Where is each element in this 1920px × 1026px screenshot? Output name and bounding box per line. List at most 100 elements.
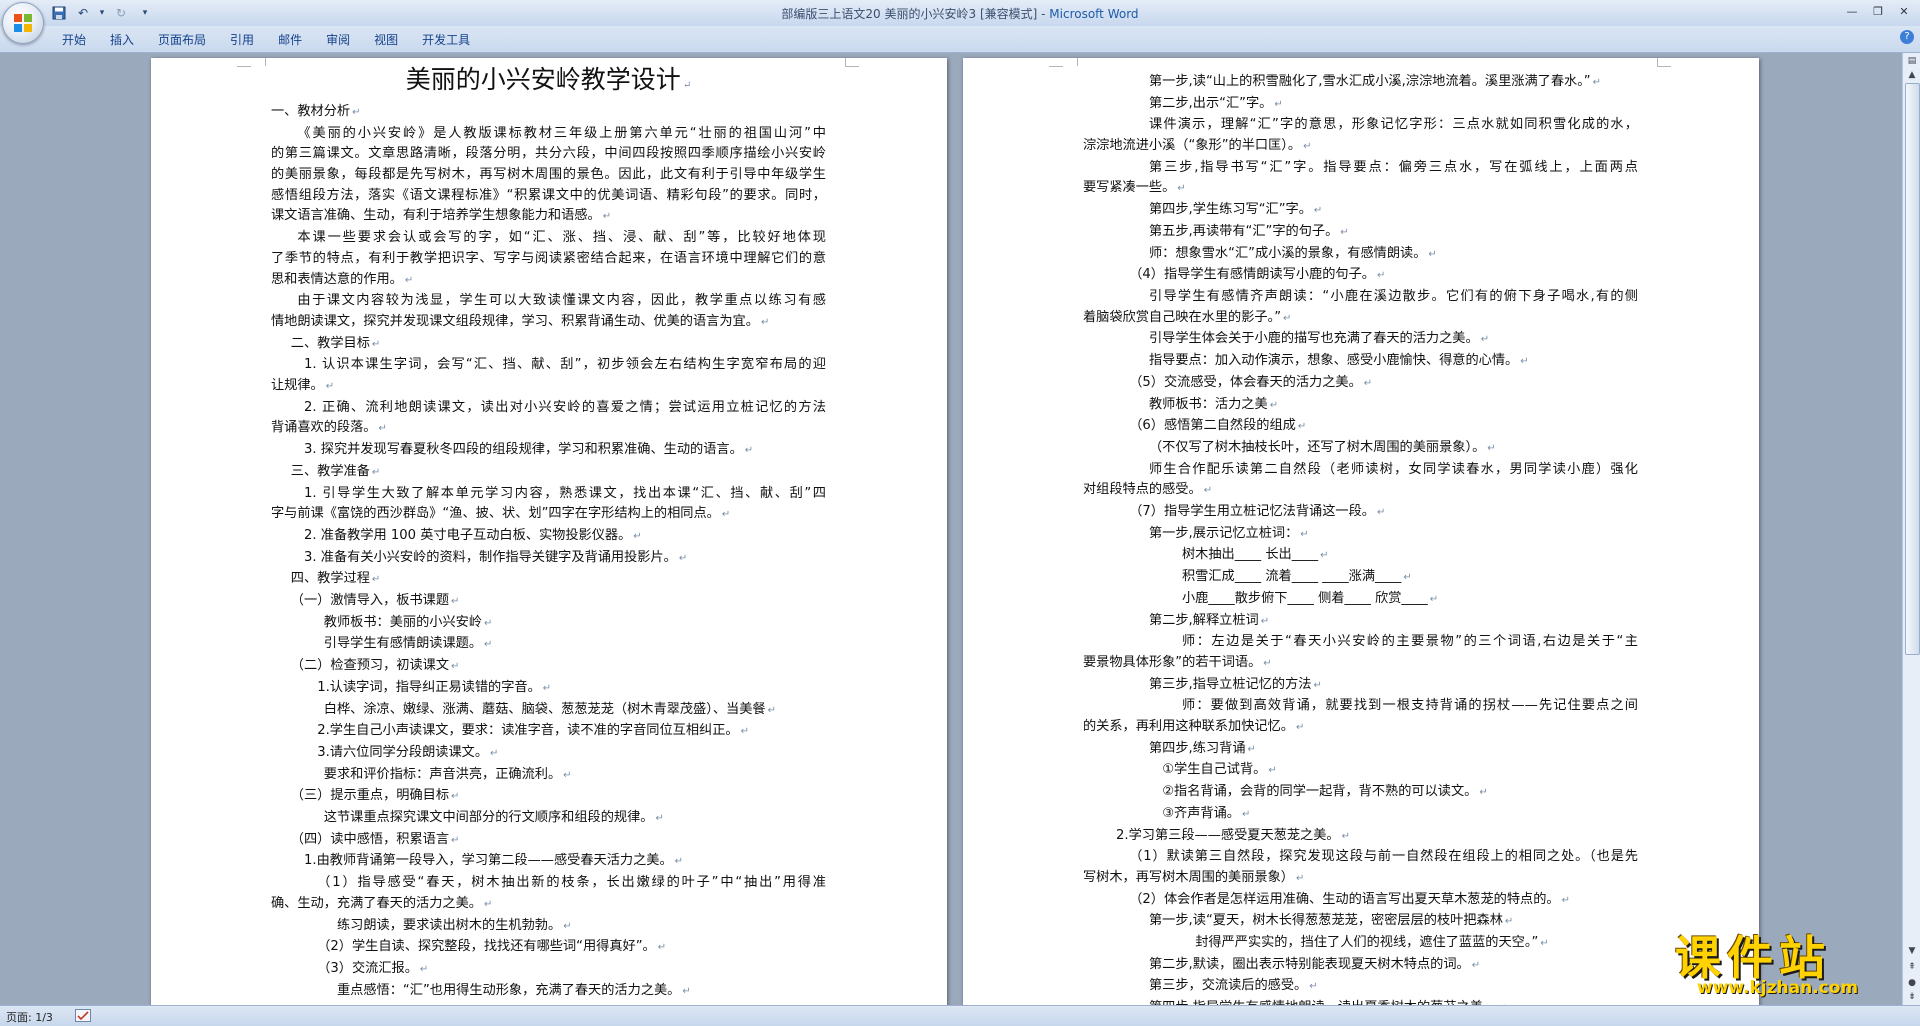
- text-line-content: 要求和评价指标：声音洪亮，正确流利。: [323, 766, 562, 782]
- watermark-logo: 课件站 www.kjzhan.com: [1667, 922, 1901, 1002]
- paragraph-mark: ↵: [371, 466, 381, 478]
- text-line: 积雪汇成____ 流着____ ____涨满____ ↵: [1083, 567, 1638, 589]
- text-line: 2.学生自己小声读课文，要求：读准字音，读不准的字音同位互相纠正。 ↵: [271, 721, 826, 743]
- paragraph-mark: ↵: [1504, 916, 1514, 928]
- text-line: 淙淙地流进小溪（“象形”的半口匡）。 ↵: [1083, 136, 1638, 158]
- tab-view[interactable]: 视图: [362, 31, 410, 49]
- paragraph-mark: ↵: [678, 552, 688, 564]
- tab-developer[interactable]: 开发工具: [410, 31, 482, 49]
- paragraph-mark: ↵: [1429, 593, 1439, 605]
- text-line: 1.认读字词，指导纠正易读错的字音。 ↵: [271, 678, 826, 700]
- text-line: 师：想象雪水“汇”成小溪的景象，有感情朗读。 ↵: [1083, 244, 1638, 266]
- text-line-content: 师：想象雪水“汇”成小溪的景象，有感情朗读。: [1149, 245, 1427, 261]
- paragraph-mark: ↵: [1309, 981, 1318, 993]
- text-line-content: 的第三篇课文。文章思路清晰，段落分明，共分六段，中间四段按照四季顺序描绘小兴安岭: [271, 146, 826, 162]
- paragraph-mark: ↵: [1471, 959, 1481, 971]
- paragraph-mark: ↵: [633, 530, 642, 542]
- tab-review[interactable]: 审阅: [314, 31, 362, 49]
- scroll-up-icon[interactable]: ▲: [1904, 67, 1920, 83]
- scroll-down-icon[interactable]: ▼: [1904, 943, 1920, 959]
- page-count[interactable]: 页面: 1/3: [6, 1009, 53, 1025]
- paragraph-mark: ↵: [1561, 894, 1570, 906]
- text-line-content: 课文语言准确、生动，有利于培养学生想象能力和语感。: [271, 208, 601, 224]
- text-line: 3.请六位同学分段朗读课文。 ↵: [271, 743, 826, 765]
- help-icon[interactable]: ?: [1900, 30, 1914, 44]
- text-line: 2. 正确、流利地朗读课文，读出对小兴安岭的喜爱之情；尝试运用立桩记忆的方法: [271, 398, 826, 419]
- app-name: Microsoft Word: [1049, 7, 1139, 21]
- text-line-content: （三）提示重点，明确目标: [290, 788, 450, 804]
- text-line: 教师板书：美丽的小兴安岭 ↵: [271, 613, 826, 635]
- window-title: 部编版三上语文20 美丽的小兴安岭3 [兼容模式] - Microsoft Wo…: [0, 5, 1920, 22]
- text-line: （四）读中感悟，积累语言 ↵: [271, 830, 826, 852]
- paragraph-mark: ↵: [451, 596, 460, 608]
- text-line-content: 3.请六位同学分段朗读课文。: [317, 744, 489, 760]
- office-logo-icon: [14, 14, 32, 32]
- text-line-content: （2）学生自读、探究整段，找找还有哪些词“用得真好”。: [317, 939, 656, 955]
- text-line-content: 的美丽景象，每段都是先写树木，再写树木周围的景色。因此，此文有利于引导中年级学生: [271, 167, 826, 183]
- paragraph-mark: ↵: [1296, 722, 1305, 733]
- proofing-icon[interactable]: [75, 1009, 91, 1022]
- text-line: 1. 认识本课生字词，会写“汇、挡、献、刮”，初步领会左右结构生字宽窄布局的迎: [271, 355, 826, 376]
- paragraph-mark: ↵: [1297, 421, 1307, 433]
- text-line-content: 白桦、涂凉、嫩绿、涨满、蘑菇、脑袋、葱葱茏茏（树木青翠茂盛）、当美餐: [323, 701, 766, 717]
- text-line-content: 3. 探究并发现写春夏秋冬四段的组段规律，学习和积累准确、生动的语言。: [304, 442, 743, 458]
- margin-corner-mark: [845, 58, 860, 66]
- minimize-icon[interactable]: —: [1840, 2, 1864, 20]
- text-line: 第五步,再读带有“汇”字的句子。 ↵: [1083, 222, 1638, 244]
- paragraph-mark: ↵: [419, 963, 429, 975]
- previous-page-icon[interactable]: ⇞: [1904, 959, 1920, 975]
- document-page-2[interactable]: 第一步,读“山上的积雪融化了,雪水汇成小溪,淙淙地流着。溪里涨满了春水。” ↵ 第二…: [963, 58, 1759, 1005]
- text-line-content: 第二步,默读，圈出表示特别能表现夏天树木特点的词。: [1149, 956, 1470, 972]
- text-line-content: ②指名背诵，会背的同学一起背，背不熟的可以读文。: [1162, 784, 1478, 800]
- text-line: 感悟组段方法，落实《语文课程标准》“积累课文中的优美词语、精彩句段”的要求。同时…: [271, 186, 826, 207]
- next-page-icon[interactable]: ⇟: [1904, 989, 1920, 1005]
- tab-references[interactable]: 引用: [218, 31, 266, 49]
- text-line-content: 1.认读字词，指导纠正易读错的字音。: [317, 679, 541, 695]
- paragraph-mark: ↵: [682, 80, 692, 91]
- text-line: 确、生动，充满了春天的活力之美。 ↵: [271, 894, 826, 916]
- text-line: 《美丽的小兴安岭》是人教版课标教材三年级上册第六单元“壮丽的祖国山河”中: [271, 124, 826, 145]
- paragraph-mark: ↵: [1341, 830, 1350, 842]
- tab-home[interactable]: 开始: [50, 31, 98, 49]
- text-line-content: 要景物具体形象”的若干词语。: [1083, 654, 1262, 670]
- paragraph-mark: ↵: [484, 617, 493, 629]
- text-line: 第四步,练习背诵 ↵: [1083, 739, 1638, 761]
- vertical-scrollbar[interactable]: ▤ ▲ ▼ ⇞ ● ⇟: [1902, 53, 1920, 1005]
- paragraph-mark: ↵: [1260, 615, 1270, 627]
- restore-icon[interactable]: ❐: [1866, 2, 1890, 20]
- text-line: 让规律。 ↵: [271, 376, 826, 398]
- document-title: 部编版三上语文20 美丽的小兴安岭3 [兼容模式] -: [781, 7, 1050, 21]
- document-page-1[interactable]: 美丽的小兴安岭教学设计 ↵ 一、教材分析 ↵ 《美丽的小兴安岭》是人教版课标教材三年级…: [151, 58, 947, 1005]
- paragraph-mark: ↵: [1263, 657, 1272, 669]
- tab-insert[interactable]: 插入: [98, 31, 146, 49]
- paragraph-mark: ↵: [1376, 270, 1386, 282]
- text-line-content: （二）检查预习，初读课文: [290, 658, 450, 674]
- tab-mailings[interactable]: 邮件: [266, 31, 314, 49]
- text-line: 3. 探究并发现写春夏秋冬四段的组段规律，学习和积累准确、生动的语言。 ↵: [271, 440, 826, 462]
- text-line: 第一步,展示记忆立桩词： ↵: [1083, 524, 1638, 546]
- paragraph-mark: ↵: [655, 813, 664, 825]
- watermark-url: www.kjzhan.com: [1697, 978, 1859, 998]
- text-line-content: （3）交流汇报。: [317, 960, 418, 976]
- text-line-content: 第一步,展示记忆立桩词：: [1149, 525, 1299, 541]
- tab-page-layout[interactable]: 页面布局: [146, 31, 218, 49]
- close-icon[interactable]: ✕: [1892, 2, 1916, 20]
- text-line-content: 本课一些要求会认或会写的字，如“汇、涨、挡、浸、献、刮”等，比较好地体现: [297, 230, 826, 246]
- paragraph-mark: ↵: [1403, 572, 1412, 584]
- text-line: 对组段特点的感受。 ↵: [1083, 480, 1638, 502]
- paragraph-mark: ↵: [1313, 205, 1323, 217]
- text-line: 第三步，交流读后的感受。 ↵: [1083, 976, 1638, 998]
- text-line: （2）学生自读、探究整段，找找还有哪些词“用得真好”。 ↵: [271, 937, 826, 959]
- paragraph-mark: ↵: [451, 834, 460, 846]
- document-area[interactable]: 美丽的小兴安岭教学设计 ↵ 一、教材分析 ↵ 《美丽的小兴安岭》是人教版课标教材三年级…: [0, 53, 1902, 1005]
- text-line: 第三步,指导立桩记忆的方法 ↵: [1083, 675, 1638, 697]
- text-line-content: 的关系，再利用这种联系加快记忆。: [1083, 719, 1294, 734]
- scrollbar-thumb[interactable]: [1905, 83, 1920, 655]
- text-line-content: 1.由教师背诵第一段导入，学习第二段——感受春天活力之美。: [304, 853, 673, 869]
- text-line-content: 2.学生自己小声读课文，要求：读准字音，读不准的字音同位互相纠正。: [317, 723, 739, 739]
- text-line-content: 2. 准备教学用 100 英寸电子互动白板、实物投影仪器。: [304, 527, 632, 543]
- office-button[interactable]: [2, 2, 44, 44]
- paragraph-mark: ↵: [352, 107, 361, 118]
- paragraph-mark: ↵: [451, 791, 460, 803]
- text-line-content: 3. 准备有关小兴安岭的资料，制作指导关键字及背诵用投影片。: [304, 549, 677, 565]
